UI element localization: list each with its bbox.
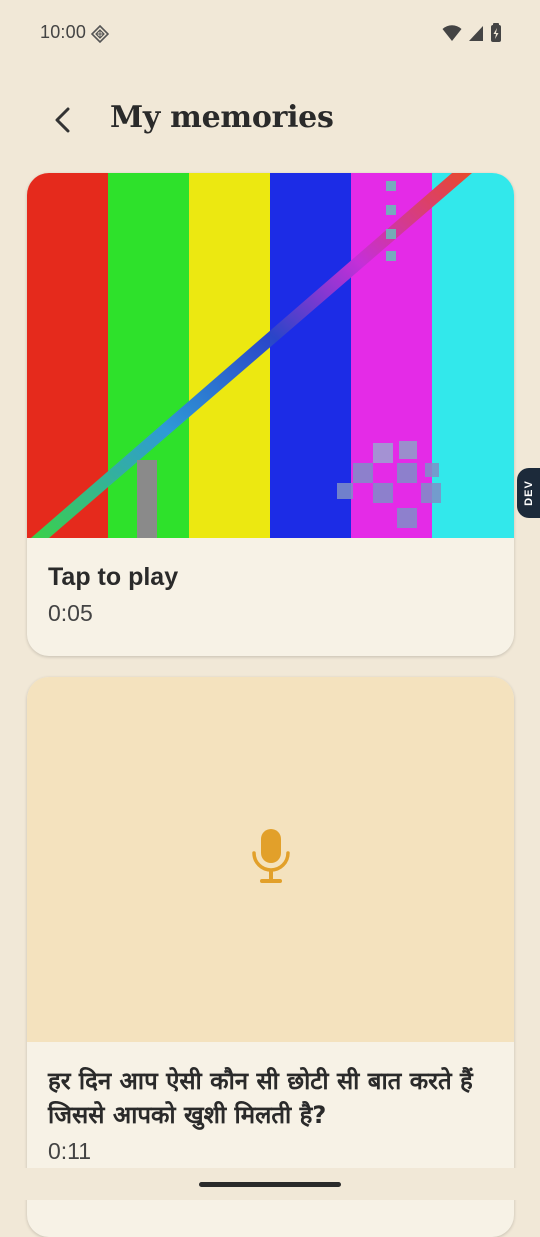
app-header: My memories (0, 88, 540, 156)
home-handle[interactable] (199, 1182, 341, 1187)
back-button[interactable] (38, 98, 88, 146)
memory-card-audio[interactable]: हर दिन आप ऐसी कौन सी छोटी सी बात करते है… (27, 677, 514, 1237)
video-thumbnail[interactable] (27, 173, 514, 538)
status-time: 10:00 (40, 22, 87, 42)
audio-thumbnail[interactable] (27, 677, 514, 1042)
color-bars-image (27, 173, 514, 538)
page-title: My memories (110, 100, 334, 135)
battery-icon (490, 23, 502, 48)
memory-duration: 0:11 (48, 1138, 92, 1164)
gesture-nav-bar (0, 1168, 540, 1200)
arrow-back-icon (51, 106, 75, 139)
wifi-icon (442, 24, 462, 47)
status-bar: 10:00 (0, 0, 540, 68)
memory-card-video[interactable]: Tap to play 0:05 (27, 173, 514, 656)
gemini-icon (90, 24, 110, 48)
memory-title: Tap to play (48, 563, 179, 591)
dev-badge[interactable]: DEV (517, 468, 540, 518)
memory-title: हर दिन आप ऐसी कौन सी छोटी सी बात करते है… (48, 1067, 473, 1129)
dev-badge-label: DEV (522, 480, 535, 506)
memory-duration: 0:05 (48, 600, 93, 626)
mic-icon (251, 829, 291, 890)
signal-icon (468, 24, 484, 47)
